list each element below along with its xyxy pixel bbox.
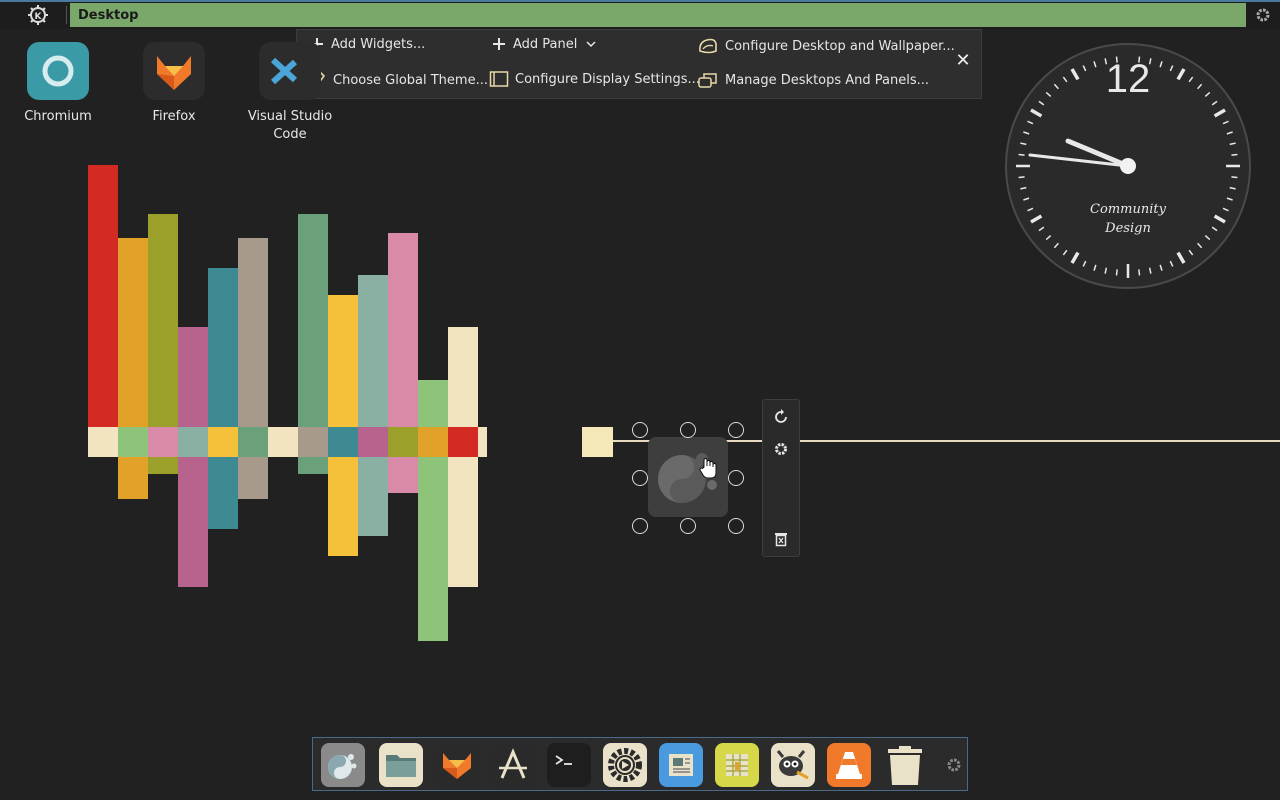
edit-mode-toolbar: Add Widgets... Add Panel Configure Deskt… [296, 29, 982, 99]
system-settings-icon [608, 748, 642, 782]
add-panel-button[interactable]: Add Panel [491, 36, 603, 52]
analog-clock-widget[interactable]: 12 Community Design [1004, 42, 1252, 290]
clock-tick [1231, 153, 1238, 156]
resize-handle-top-left[interactable] [632, 422, 648, 438]
top-panel: K Desktop [0, 0, 1280, 29]
manage-desktops-button[interactable]: Manage Desktops And Panels... [697, 70, 929, 90]
dock-item-system-settings[interactable] [603, 743, 647, 787]
dock-item-file-manager[interactable] [379, 743, 423, 787]
plasma-launcher-icon [328, 754, 357, 779]
chevron-down-icon [586, 41, 596, 48]
firefox-icon [443, 753, 471, 779]
display-icon [489, 71, 509, 87]
desktop-icon-label: Chromium [24, 109, 92, 124]
resize-handle-bottom-right[interactable] [728, 518, 744, 534]
clock-tick [1138, 269, 1141, 276]
clock-tick [1018, 153, 1025, 156]
clock-center [1120, 158, 1136, 174]
clock-tick [1115, 269, 1118, 276]
equalizer-bars [88, 165, 487, 641]
vlc-icon [836, 752, 862, 779]
desktop-icon-chromium[interactable]: Chromium [8, 42, 108, 126]
gear-icon[interactable] [945, 756, 963, 774]
dock-item-plasma-launcher[interactable] [321, 743, 365, 787]
panel-separator [66, 6, 67, 24]
clock-numeral-12: 12 [1106, 57, 1151, 101]
dock-item-spreadsheet[interactable] [715, 743, 759, 787]
desktop-task-button[interactable]: Desktop [70, 3, 1246, 27]
configure-display-button[interactable]: Configure Display Settings... [489, 70, 700, 88]
firefox-icon [143, 42, 205, 100]
settings-icon[interactable] [772, 440, 790, 458]
dock-item-firefox[interactable] [435, 743, 479, 787]
clock-brand-line2: Design [1104, 221, 1151, 236]
configure-display-label: Configure Display Settings... [515, 71, 700, 87]
resize-handle-left[interactable] [632, 470, 648, 486]
configure-desktop-label: Configure Desktop and Wallpaper... [725, 38, 955, 54]
remove-icon[interactable] [772, 530, 790, 548]
resize-handle-top-right[interactable] [728, 422, 744, 438]
clock-tick [1231, 176, 1238, 179]
panel-accent-bar [0, 0, 1280, 2]
document-viewer-icon [669, 754, 693, 776]
file-manager-icon [386, 755, 416, 777]
dock-item-text-editor[interactable] [491, 743, 535, 787]
gimp-icon [776, 750, 809, 780]
desktop-icon-label: Visual Studio Code [247, 109, 333, 142]
spreadsheet-icon [726, 754, 748, 776]
gear-icon[interactable] [1254, 6, 1272, 24]
resize-handle-bottom-left[interactable] [632, 518, 648, 534]
clock-brand-line1: Community [1090, 202, 1167, 217]
widget-controls [762, 399, 800, 557]
add-widgets-label: Add Widgets... [331, 36, 426, 52]
wallpaper-icon [699, 38, 717, 54]
clock-tick [1018, 176, 1025, 179]
terminal-icon [555, 755, 572, 765]
hand-cursor-icon [699, 458, 717, 479]
trash-icon [888, 746, 922, 785]
plus-icon [493, 38, 505, 50]
chromium-icon [27, 42, 89, 100]
dock-item-terminal[interactable] [547, 743, 591, 787]
svg-text:K: K [35, 12, 43, 22]
dock-item-trash[interactable] [883, 743, 927, 787]
configure-desktop-button[interactable]: Configure Desktop and Wallpaper... [697, 36, 955, 56]
rotate-icon[interactable] [772, 408, 790, 426]
text-editor-icon [499, 748, 527, 779]
dock-item-document-viewer[interactable] [659, 743, 703, 787]
dock-panel [312, 737, 968, 791]
add-panel-label: Add Panel [513, 36, 578, 52]
desktops-icon [698, 73, 717, 88]
vscode-icon [259, 42, 321, 100]
resize-handle-top[interactable] [680, 422, 696, 438]
dock-item-vlc[interactable] [827, 743, 871, 787]
desktop-icon-vscode[interactable]: Visual Studio Code [240, 42, 340, 144]
dock-item-gimp[interactable] [771, 743, 815, 787]
resize-handle-bottom[interactable] [680, 518, 696, 534]
wallpaper-square [582, 427, 613, 457]
resize-handle-right[interactable] [728, 470, 744, 486]
choose-global-theme-label: Choose Global Theme... [333, 72, 488, 88]
desktop-icon-firefox[interactable]: Firefox [124, 42, 224, 126]
desktop-icon-label: Firefox [152, 109, 196, 124]
widget-icon-box[interactable] [648, 437, 728, 517]
desktop-task-label: Desktop [78, 7, 139, 23]
close-icon[interactable]: ✕ [954, 52, 972, 70]
manage-desktops-label: Manage Desktops And Panels... [725, 72, 930, 88]
kde-logo-icon[interactable]: K [26, 4, 50, 26]
